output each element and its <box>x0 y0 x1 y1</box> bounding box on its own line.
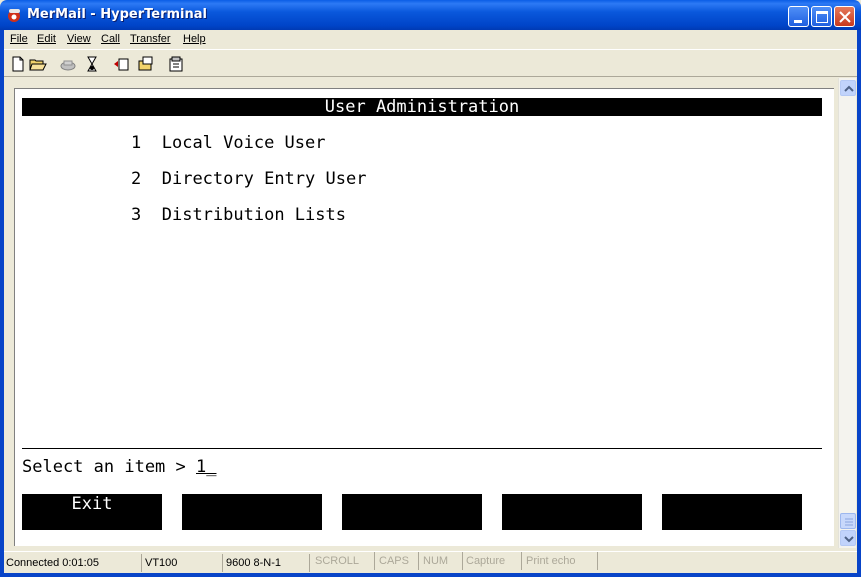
function-key-label: Exit <box>71 494 113 514</box>
scroll-down-button[interactable] <box>840 530 856 546</box>
prompt-input[interactable]: 1_ <box>196 457 216 477</box>
hyperterminal-icon <box>8 9 20 22</box>
menu-edit-label: Edit <box>37 33 56 45</box>
window-frame-right <box>857 30 861 577</box>
function-key-5[interactable] <box>662 494 802 530</box>
menu-view[interactable]: View <box>67 33 91 45</box>
prompt-label: Select an item > <box>22 457 196 477</box>
menu-option-label: Distribution Lists <box>161 205 346 225</box>
terminal-screen[interactable] <box>14 88 834 546</box>
grip-icon <box>845 518 853 526</box>
function-key-4[interactable] <box>502 494 642 530</box>
menu-edit[interactable]: Edit <box>37 33 56 45</box>
menu-option-number: 2 <box>131 169 142 189</box>
menu-option-2[interactable]: 2 Directory Entry User <box>131 169 366 189</box>
scroll-thumb[interactable] <box>840 513 856 529</box>
menu-help[interactable]: Help <box>183 33 206 45</box>
menu-transfer[interactable]: Transfer <box>130 33 171 45</box>
close-icon <box>839 11 851 23</box>
menu-help-label: Help <box>183 33 206 45</box>
menu-file[interactable]: File <box>10 33 28 45</box>
status-scroll: SCROLL <box>313 552 375 570</box>
chevron-down-icon <box>844 536 854 543</box>
chevron-up-icon <box>844 85 854 92</box>
toolbar <box>4 49 857 77</box>
title-bar[interactable]: MerMail - HyperTerminal <box>0 0 861 30</box>
maximize-button[interactable] <box>811 6 832 27</box>
new-connection-icon[interactable] <box>8 54 28 74</box>
disconnect-icon[interactable] <box>82 54 102 74</box>
vertical-scrollbar[interactable] <box>838 78 856 548</box>
status-connected: Connected 0:01:05 <box>4 554 142 572</box>
status-settings: 9600 8-N-1 <box>224 554 310 572</box>
terminal-header-title: User Administration <box>324 97 520 117</box>
menu-option-number: 3 <box>131 205 142 225</box>
status-bar: Connected 0:01:05 VT100 9600 8-N-1 SCROL… <box>4 551 857 573</box>
minimize-button[interactable] <box>788 6 809 27</box>
menu-call-label: Call <box>101 33 120 45</box>
status-print-echo: Print echo <box>524 552 598 570</box>
menu-option-1[interactable]: 1 Local Voice User <box>131 133 326 153</box>
close-button[interactable] <box>834 6 855 27</box>
receive-icon[interactable] <box>136 54 156 74</box>
status-caps: CAPS <box>377 552 419 570</box>
scroll-up-button[interactable] <box>840 80 856 96</box>
window-title: MerMail - HyperTerminal <box>27 7 207 22</box>
menu-bar: File Edit View Call Transfer Help <box>4 30 857 49</box>
function-key-3[interactable] <box>342 494 482 530</box>
menu-option-number: 1 <box>131 133 142 153</box>
minimize-icon <box>794 20 802 23</box>
menu-transfer-label: Transfer <box>130 33 171 45</box>
terminal-divider <box>22 448 822 449</box>
status-capture: Capture <box>464 552 522 570</box>
properties-icon[interactable] <box>166 54 186 74</box>
menu-option-label: Directory Entry User <box>161 169 367 189</box>
menu-option-label: Local Voice User <box>161 133 326 153</box>
menu-file-label: File <box>10 33 28 45</box>
maximize-icon <box>816 11 828 23</box>
terminal-header: User Administration <box>22 97 822 117</box>
function-key-2[interactable] <box>182 494 322 530</box>
menu-option-3[interactable]: 3 Distribution Lists <box>131 205 346 225</box>
open-icon[interactable] <box>28 54 48 74</box>
menu-call[interactable]: Call <box>101 33 120 45</box>
menu-view-label: View <box>67 33 91 45</box>
status-num: NUM <box>421 552 463 570</box>
selection-prompt[interactable]: Select an item > 1_ <box>22 457 216 477</box>
window-frame-bottom <box>0 573 861 577</box>
status-emulation: VT100 <box>143 554 223 572</box>
connect-icon[interactable] <box>58 54 78 74</box>
function-key-1[interactable]: Exit <box>22 494 162 530</box>
send-icon[interactable] <box>112 54 132 74</box>
